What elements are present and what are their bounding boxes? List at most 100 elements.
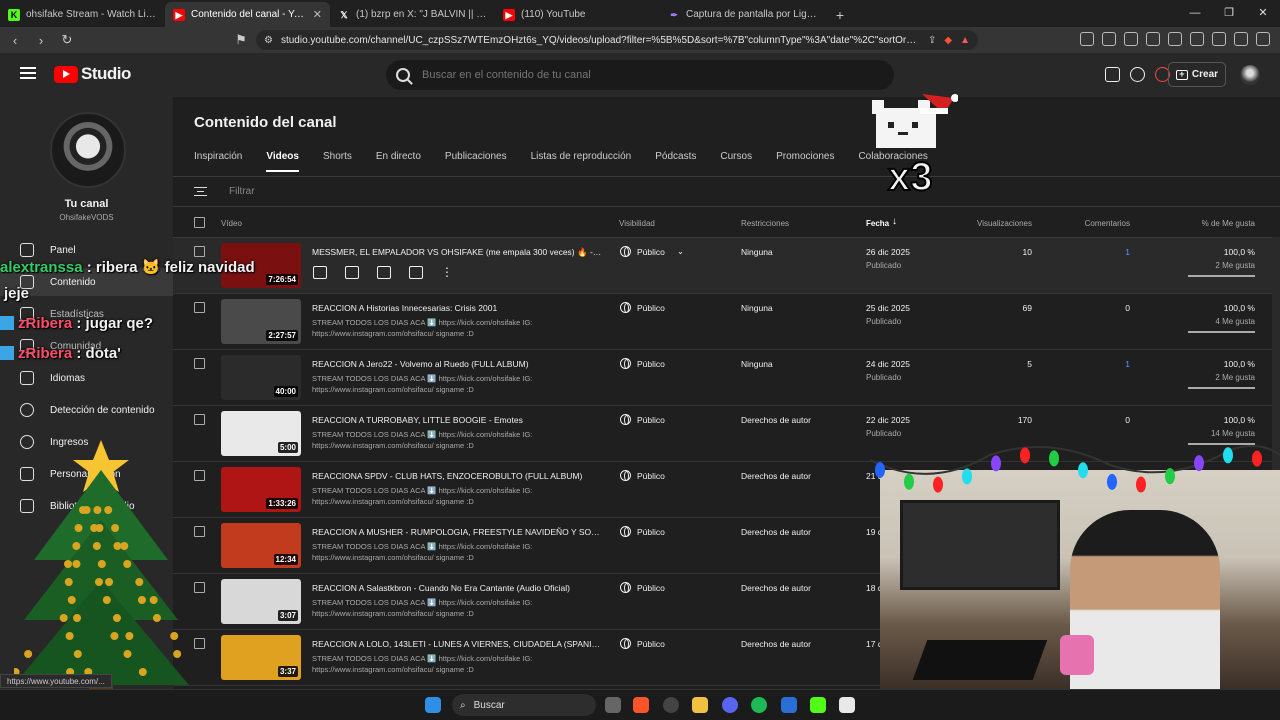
tab-posts[interactable]: Publicaciones [445,151,507,172]
back-icon[interactable]: ‹ [6,33,24,48]
row-checkbox[interactable] [194,582,205,593]
visibility-cell[interactable]: Público [620,358,665,369]
video-title[interactable]: REACCION A TURROBABY, LITTLE BOOGIE - Em… [312,415,602,425]
tab-collaborations[interactable]: Colaboraciones [858,151,928,172]
comments-icon[interactable] [377,266,391,279]
windows-start-icon[interactable] [425,697,441,713]
column-comments[interactable]: Comentarios [1043,219,1130,228]
video-title[interactable]: REACCION A MUSHER - RUMPOLOGIA, FREESTYL… [312,527,602,537]
extension-icon[interactable] [1102,32,1116,46]
table-row[interactable]: 40:00 REACCION A Jero22 - Volvemo al Rued… [173,350,1280,406]
browser-tab[interactable]: 𝕏 (1) bzrp en X: "J BALVIN || BZRP Music… [330,2,495,27]
sidebar-item-languages[interactable]: Idiomas [0,364,173,392]
messages-icon[interactable] [1105,67,1120,82]
help-icon[interactable] [1130,67,1145,82]
bookmark-icon[interactable]: ⚑ [232,32,250,48]
discord-icon[interactable] [722,697,738,713]
video-thumbnail[interactable]: 2:27:57 [221,299,301,344]
column-date[interactable]: Fecha [866,219,889,228]
site-info-icon[interactable]: ⚙ [264,35,273,46]
close-window-icon[interactable]: ✕ [1246,0,1280,27]
filter-icon[interactable] [194,187,207,196]
app-icon[interactable] [781,697,797,713]
visibility-cell[interactable]: Público [620,414,665,425]
new-tab-button[interactable]: + [828,2,852,27]
row-checkbox[interactable] [194,526,205,537]
taskbar-search[interactable]: ⌕ Buscar [452,694,596,716]
column-visibility[interactable]: Visibilidad [619,219,655,228]
youtube-view-icon[interactable] [409,266,423,279]
row-checkbox[interactable] [194,638,205,649]
hamburger-menu-icon[interactable] [20,67,36,79]
studio-logo[interactable]: Studio [54,64,131,84]
edit-pencil-icon[interactable] [313,266,327,279]
extension-icon[interactable] [1080,32,1094,46]
visibility-cell[interactable]: Público [620,302,665,313]
search-input[interactable] [422,69,842,81]
tab-courses[interactable]: Cursos [720,151,752,172]
video-thumbnail[interactable]: 3:37 [221,635,301,680]
menu-icon[interactable] [1256,32,1270,46]
create-button[interactable]: + Crear [1168,62,1226,87]
video-title[interactable]: REACCION A LOLO, 143LETI - LUNES A VIERN… [312,639,602,649]
wallet-icon[interactable] [1190,32,1204,46]
brave-icon[interactable] [633,697,649,713]
video-thumbnail[interactable]: 12:34 [221,523,301,568]
tab-videos[interactable]: Videos [266,151,299,172]
analytics-icon[interactable] [345,266,359,279]
video-title[interactable]: REACCIONA SPDV - CLUB HATS, ENZOCEROBULT… [312,471,602,481]
chevron-down-icon[interactable]: ⌄ [677,246,684,257]
row-checkbox[interactable] [194,414,205,425]
visibility-cell[interactable]: Público [620,582,665,593]
video-thumbnail[interactable]: 3:07 [221,579,301,624]
visibility-cell[interactable]: Público ⌄ [620,246,684,257]
task-view-icon[interactable] [605,697,621,713]
minimize-icon[interactable]: — [1178,0,1212,27]
sidebar-item-content-detection[interactable]: Detección de contenido [0,396,173,424]
app-icon[interactable] [839,697,855,713]
column-restrictions[interactable]: Restricciones [741,219,789,228]
shield-icon[interactable] [1234,32,1248,46]
browser-tab[interactable]: ✒ Captura de pantalla por Lightshot [660,2,828,27]
tab-live[interactable]: En directo [376,151,421,172]
folder-icon[interactable] [692,697,708,713]
select-all-checkbox[interactable] [194,217,205,228]
reload-icon[interactable]: ↻ [58,32,76,48]
browser-tab[interactable]: ▶ (110) YouTube [495,2,660,27]
close-tab-icon[interactable]: ✕ [313,8,322,21]
tab-shorts[interactable]: Shorts [323,151,352,172]
row-checkbox[interactable] [194,302,205,313]
url-field[interactable]: ⚙ studio.youtube.com/channel/UC_czpSSz7W… [256,30,978,50]
restore-icon[interactable]: ❐ [1212,0,1246,27]
comments-cell[interactable]: 1 [1043,359,1130,369]
steam-icon[interactable] [663,697,679,713]
rewards-icon[interactable]: ▲ [960,35,970,46]
leo-icon[interactable] [1212,32,1226,46]
filter-input[interactable]: Filtrar [229,186,255,197]
puzzle-icon[interactable] [1124,32,1138,46]
share-icon[interactable]: ⇪ [928,35,936,46]
search-bar[interactable] [386,60,894,90]
row-checkbox[interactable] [194,470,205,481]
visibility-cell[interactable]: Público [620,470,665,481]
extension-icon[interactable] [1146,32,1160,46]
video-title[interactable]: REACCION A Historias Innecesarias: Crisi… [312,303,602,313]
tab-promotions[interactable]: Promociones [776,151,834,172]
sidebar-toggle-icon[interactable] [1168,32,1182,46]
column-views[interactable]: Visualizaciones [933,219,1032,228]
sidebar-item-earn[interactable]: Ingresos [0,428,173,456]
table-row[interactable]: 2:27:57 REACCION A Historias Innecesarias… [173,294,1280,350]
visibility-cell[interactable]: Público [620,638,665,649]
tab-podcasts[interactable]: Pódcasts [655,151,696,172]
video-thumbnail[interactable]: 1:33:26 [221,467,301,512]
channel-avatar[interactable] [50,112,126,188]
sidebar-item-audio-library[interactable]: Biblioteca de audio [0,492,173,520]
sidebar-item-customization[interactable]: Personalización [0,460,173,488]
video-thumbnail[interactable]: 5:00 [221,411,301,456]
tab-playlists[interactable]: Listas de reproducción [531,151,632,172]
comments-cell[interactable]: 1 [1043,247,1130,257]
column-likes[interactable]: % de Me gusta [1173,219,1255,228]
brave-shield-icon[interactable]: ◆ [944,35,952,46]
video-title[interactable]: REACCION A Jero22 - Volvemo al Ruedo (FU… [312,359,602,369]
kick-icon[interactable] [810,697,826,713]
